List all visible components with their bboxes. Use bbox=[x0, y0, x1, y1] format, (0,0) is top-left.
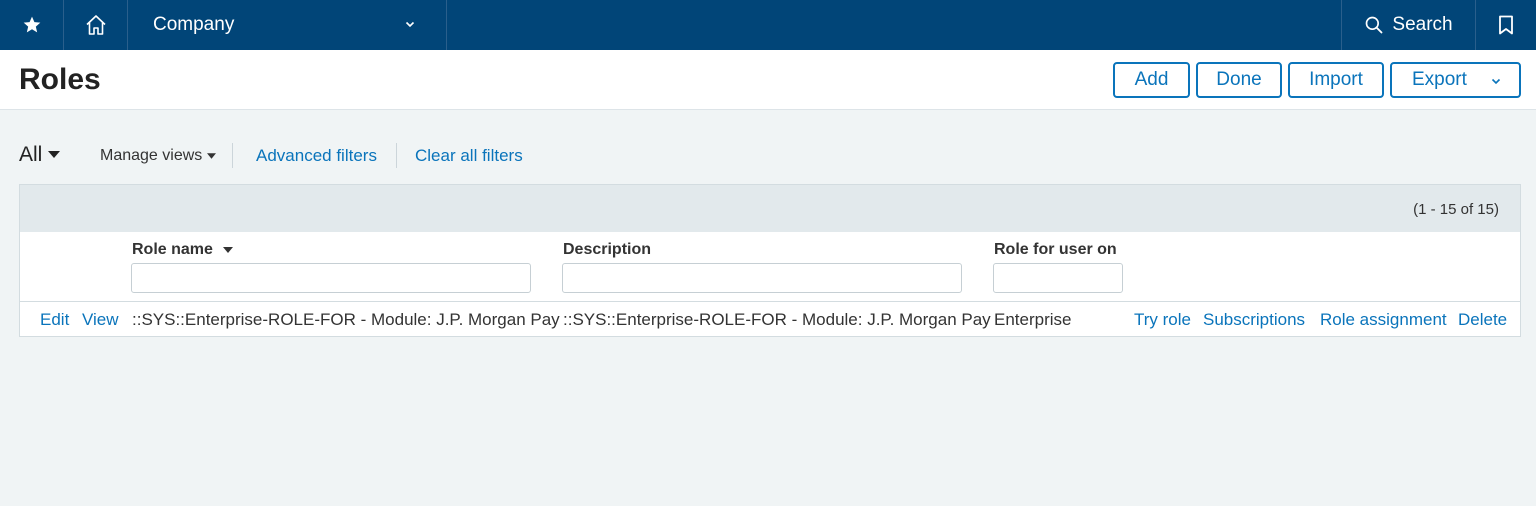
bookmark-button[interactable] bbox=[1476, 0, 1536, 50]
filter-divider bbox=[396, 143, 397, 168]
company-label: Company bbox=[153, 14, 235, 35]
view-label: All bbox=[19, 143, 43, 166]
sort-descending-icon bbox=[222, 247, 233, 253]
caret-down-icon bbox=[48, 151, 61, 158]
description-cell: ::SYS::Enterprise-ROLE-FOR - Module: J.P… bbox=[563, 310, 991, 329]
manage-views-dropdown[interactable]: Manage views bbox=[100, 147, 217, 165]
table-toolbar: (1 - 15 of 15) bbox=[20, 185, 1520, 232]
role-name-filter-input[interactable] bbox=[131, 263, 531, 293]
table-row: Edit View ::SYS::Enterprise-ROLE-FOR - M… bbox=[20, 301, 1520, 336]
record-count: (1 - 15 of 15) bbox=[1413, 201, 1499, 218]
favorites-button[interactable] bbox=[0, 0, 63, 50]
description-filter-input[interactable] bbox=[562, 263, 962, 293]
export-label: Export bbox=[1412, 69, 1467, 90]
filter-divider bbox=[232, 143, 233, 168]
caret-down-icon bbox=[207, 153, 217, 159]
search-label: Search bbox=[1392, 14, 1453, 35]
home-icon bbox=[85, 15, 106, 35]
role-for-filter-input[interactable] bbox=[993, 263, 1123, 293]
search-icon bbox=[1366, 16, 1383, 34]
role-name-cell: ::SYS::Enterprise-ROLE-FOR - Module: J.P… bbox=[132, 310, 560, 329]
column-header-role-name[interactable]: Role name bbox=[132, 241, 233, 259]
done-button[interactable]: Done bbox=[1196, 62, 1282, 98]
view-link[interactable]: View bbox=[82, 310, 119, 330]
manage-views-label: Manage views bbox=[100, 147, 203, 164]
advanced-filters-link[interactable]: Advanced filters bbox=[256, 146, 377, 166]
page-title: Roles bbox=[19, 63, 101, 96]
try-role-link[interactable]: Try role bbox=[1134, 310, 1191, 330]
view-selector[interactable]: All bbox=[19, 143, 61, 167]
top-nav-bar: Company Search bbox=[0, 0, 1536, 50]
column-header-role-for[interactable]: Role for user on bbox=[994, 241, 1117, 259]
nav-divider bbox=[446, 0, 447, 50]
role-for-cell: Enterprise bbox=[994, 310, 1072, 329]
add-button[interactable]: Add bbox=[1113, 62, 1190, 98]
home-button[interactable] bbox=[64, 0, 127, 50]
page-header: Roles Add Done Import Export bbox=[0, 50, 1536, 110]
search-button[interactable]: Search bbox=[1342, 0, 1475, 50]
column-header-description[interactable]: Description bbox=[563, 241, 651, 259]
chevron-down-icon bbox=[1491, 78, 1501, 85]
export-button[interactable]: Export bbox=[1390, 62, 1521, 98]
edit-link[interactable]: Edit bbox=[40, 310, 69, 330]
role-assignment-link[interactable]: Role assignment bbox=[1320, 310, 1447, 330]
bookmark-icon bbox=[1499, 15, 1513, 35]
column-label: Role name bbox=[132, 241, 213, 258]
star-icon bbox=[23, 16, 40, 33]
chevron-down-icon bbox=[405, 21, 415, 28]
import-button[interactable]: Import bbox=[1288, 62, 1384, 98]
column-label: Description bbox=[563, 241, 652, 258]
roles-table: (1 - 15 of 15) Role name Description Rol… bbox=[19, 184, 1521, 337]
clear-all-filters-link[interactable]: Clear all filters bbox=[415, 146, 523, 166]
subscriptions-link[interactable]: Subscriptions bbox=[1203, 310, 1305, 330]
delete-link[interactable]: Delete bbox=[1458, 310, 1507, 330]
column-label: Role for user on bbox=[994, 241, 1117, 258]
company-dropdown[interactable]: Company bbox=[128, 0, 446, 50]
